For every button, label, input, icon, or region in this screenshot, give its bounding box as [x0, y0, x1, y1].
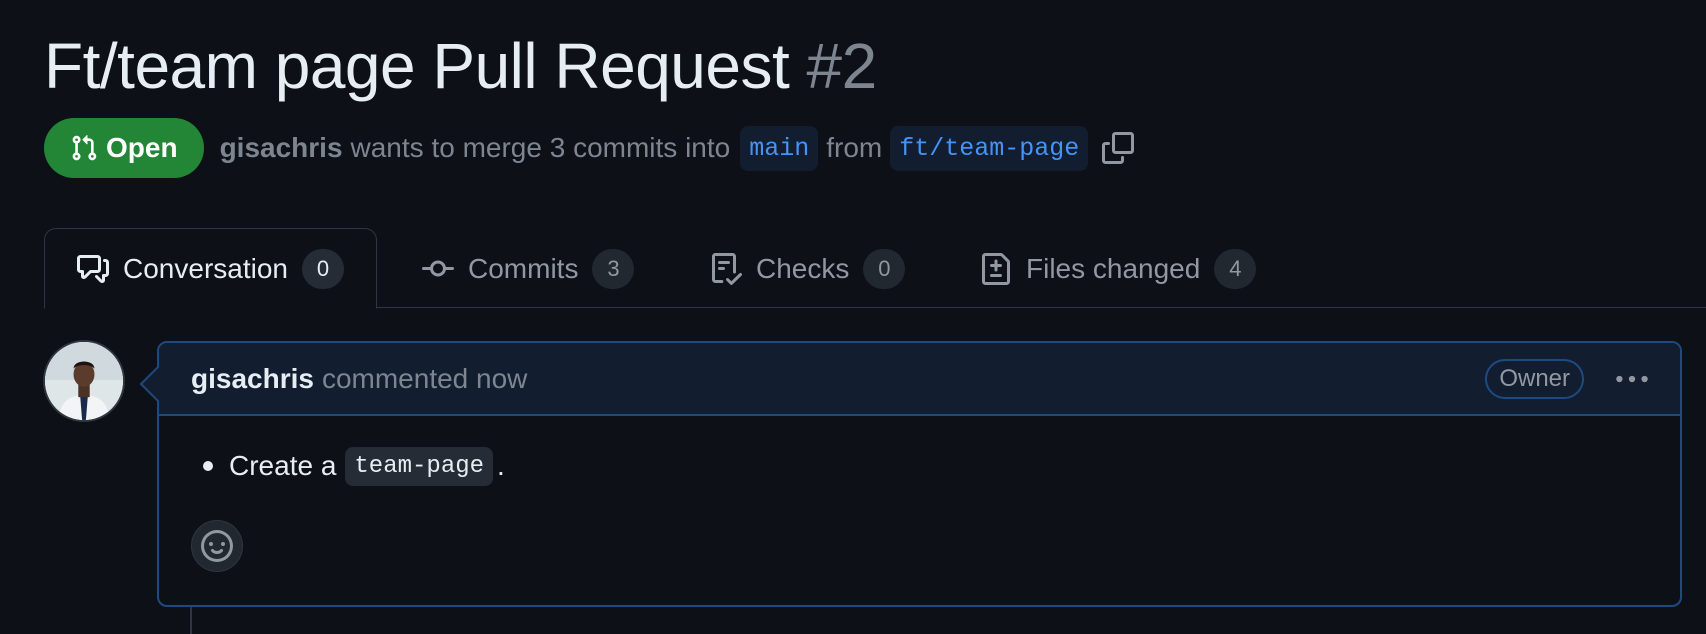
tab-label: Conversation [123, 252, 288, 284]
list-item: Create a team-page . [191, 446, 1648, 486]
tab-counter: 0 [301, 248, 344, 289]
pr-number: #2 [806, 30, 878, 102]
pr-status-row: Open gisachris wants to merge 3 commits … [44, 118, 1135, 178]
timeline-line [190, 605, 192, 634]
pull-request-page: Ft/team page Pull Request #2 Open gisach… [0, 0, 1706, 634]
tab-checks[interactable]: Checks 0 [710, 228, 906, 309]
comment-author-link[interactable]: gisachris [191, 363, 314, 395]
checklist-icon [710, 252, 742, 285]
page-title: Ft/team page Pull Request #2 [44, 28, 877, 104]
tab-label: Checks [756, 252, 850, 284]
tab-label: Commits [468, 252, 579, 284]
smiley-icon [201, 530, 233, 562]
tab-counter: 3 [592, 248, 635, 289]
comment-text: Create a [229, 450, 337, 481]
comment-card: gisachris commented now Owner Create a t… [157, 341, 1682, 607]
pr-tabs: Conversation 0 Commits 3 Checks 0 Files … [44, 228, 1706, 309]
git-pull-request-icon [70, 134, 98, 162]
comment-text-suffix: . [497, 450, 505, 481]
inline-code: team-page [345, 446, 494, 486]
owner-badge: Owner [1485, 359, 1584, 399]
comment-header: gisachris commented now Owner [159, 343, 1680, 416]
git-commit-icon [422, 253, 454, 285]
tab-label: Files changed [1026, 252, 1201, 284]
tab-counter: 4 [1214, 248, 1257, 289]
pr-merge-text: wants to merge 3 commits into [350, 132, 731, 163]
pr-title: Ft/team page Pull Request [44, 30, 790, 102]
add-reaction-button[interactable] [191, 520, 243, 572]
pr-meta: gisachris wants to merge 3 commits into … [220, 125, 1135, 171]
tab-conversation[interactable]: Conversation 0 [44, 228, 377, 309]
bullet [203, 461, 213, 471]
tab-files-changed[interactable]: Files changed 4 [980, 228, 1257, 309]
comment-timestamp[interactable]: commented now [322, 363, 527, 395]
pr-state-label: Open [106, 132, 178, 163]
comment-body: Create a team-page . [159, 416, 1680, 572]
pr-from-text: from [826, 132, 883, 163]
avatar[interactable] [43, 340, 125, 422]
pr-state-badge: Open [44, 118, 204, 178]
base-branch-link[interactable]: main [740, 125, 819, 171]
comment-list: Create a team-page . [191, 446, 1648, 486]
tab-commits[interactable]: Commits 3 [422, 228, 635, 309]
tab-counter: 0 [863, 248, 906, 289]
comment-discussion-icon [77, 253, 109, 285]
kebab-horizontal-icon[interactable] [1612, 361, 1652, 397]
pr-author-link[interactable]: gisachris [220, 132, 343, 164]
head-branch-link[interactable]: ft/team-page [890, 125, 1089, 171]
copy-icon[interactable] [1102, 132, 1135, 164]
file-diff-icon [980, 252, 1012, 285]
